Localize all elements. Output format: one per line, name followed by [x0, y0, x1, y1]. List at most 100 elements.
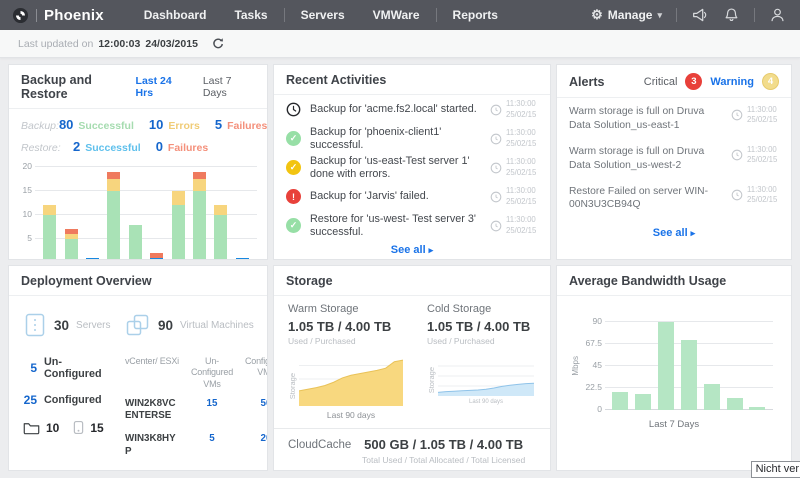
account-button[interactable] — [769, 6, 786, 24]
panel-alerts: Alerts Critical 3 Warning 4 Warm storage… — [556, 64, 792, 260]
backup-failures-count: 5 — [215, 117, 222, 132]
nav-tasks[interactable]: Tasks — [222, 8, 279, 22]
stacked-bar — [214, 205, 227, 260]
see-all-arrow-icon: ▸ — [429, 245, 434, 255]
backup-restore-chart: 05101520 — [9, 163, 267, 260]
activity-row: ✓ Restore for 'us-west- Test server 3' s… — [274, 211, 550, 240]
cloudcache-label: CloudCache — [288, 437, 351, 451]
stacked-bar — [65, 229, 78, 260]
table-cell-name: WIN3K8HYP — [125, 433, 181, 458]
brand[interactable]: Phoenix — [12, 7, 104, 24]
panel-title: Storage — [286, 274, 333, 288]
last-updated-label: Last updated on — [18, 38, 93, 50]
warm-storage-xaxis-label: Last 90 days — [299, 406, 403, 420]
panel-title: Backup and Restore — [21, 73, 136, 101]
table-cell-name: WIN2K8VCENTERSE — [125, 398, 181, 423]
bar — [681, 340, 697, 410]
manage-menu[interactable]: ⚙ Manage ▾ — [591, 7, 662, 23]
servers-count: 30 — [54, 318, 69, 333]
activity-row: ! Backup for 'Jarvis' failed. 11:30:0025… — [274, 182, 550, 211]
configured-count: 25 — [23, 393, 37, 407]
nav-divider — [754, 8, 755, 22]
alert-row: Restore Failed on server WIN-00N3U3CB94Q… — [557, 178, 791, 218]
status-bar: Last updated on 12:00:03 24/03/2015 — [0, 30, 800, 58]
restore-failures-count: 0 — [156, 139, 163, 154]
critical-label: Critical — [644, 76, 678, 88]
top-nav: Phoenix Dashboard Tasks Servers VMWare R… — [0, 0, 800, 30]
cloudcache-row: CloudCache 500 GB / 1.05 TB / 4.00 TB To… — [274, 428, 550, 465]
backup-successful-label: Successful — [78, 120, 133, 132]
timestamp: 11:30:0025/02/15 — [490, 215, 538, 235]
nav-reports[interactable]: Reports — [441, 8, 510, 22]
timestamp-clock-icon — [731, 189, 743, 201]
bandwidth-plot — [605, 322, 773, 410]
nav-divider — [436, 8, 437, 22]
recent-see-all-link[interactable]: See all▸ — [274, 240, 550, 258]
success-check-icon: ✓ — [286, 131, 301, 146]
see-all-arrow-icon: ▸ — [691, 228, 696, 238]
backup-row-label: Backup: — [21, 120, 59, 132]
nav-dashboard[interactable]: Dashboard — [132, 8, 219, 22]
nav-servers[interactable]: Servers — [289, 8, 357, 22]
panel-deployment-overview: Deployment Overview 30 Servers 5 Un-Conf… — [8, 265, 268, 471]
warning-label: Warning — [710, 76, 754, 88]
bell-icon — [723, 6, 740, 24]
warning-count-badge[interactable]: 4 — [762, 73, 779, 90]
nav-divider — [676, 8, 677, 22]
announcements-button[interactable] — [691, 6, 709, 24]
backup-chart-plot — [35, 167, 257, 260]
warm-storage-yaxis-label: Storage — [288, 373, 297, 399]
tab-last-24-hrs[interactable]: Last 24 Hrs — [136, 75, 189, 99]
backup-errors-count: 10 — [149, 117, 163, 132]
timestamp: 11:30:0025/02/15 — [490, 157, 538, 177]
bandwidth-yaxis: 022.54567.590 — [581, 322, 605, 410]
brand-divider — [36, 9, 37, 22]
restore-successful-label: Successful — [85, 142, 140, 154]
warm-storage-block: Warm Storage 1.05 TB / 4.00 TB Used / Pu… — [288, 303, 403, 420]
panel-title: Deployment Overview — [21, 274, 152, 288]
activity-text: Restore for 'us-west- Test server 3' suc… — [310, 213, 481, 238]
tab-last-7-days[interactable]: Last 7 Days — [203, 75, 255, 99]
warning-check-icon: ✓ — [286, 160, 301, 175]
stacked-bar — [86, 258, 99, 260]
activity-row: ✓ Backup for 'phoenix-client1' successfu… — [274, 124, 550, 153]
success-check-icon: ✓ — [286, 218, 301, 233]
timestamp-clock-icon — [731, 109, 743, 121]
activity-text: Backup for 'us-east-Test server 1' done … — [310, 155, 481, 180]
stacked-bar — [172, 191, 185, 260]
bar — [704, 384, 720, 410]
timestamp: 11:30:0025/02/15 — [490, 99, 538, 119]
refresh-icon — [211, 37, 225, 51]
servers-label: Servers — [76, 320, 110, 331]
bandwidth-chart: Mbps 022.54567.590 — [557, 296, 791, 410]
warm-storage-value: 1.05 TB / 4.00 TB — [288, 319, 403, 334]
timestamp-clock-icon — [490, 220, 502, 232]
bandwidth-xaxis-label: Last 7 Days — [557, 419, 791, 430]
configured-label: Configured — [44, 394, 102, 406]
nav-vmware[interactable]: VMWare — [361, 8, 432, 22]
notifications-button[interactable] — [723, 6, 740, 24]
folder-icon — [23, 421, 40, 435]
megaphone-icon — [691, 6, 709, 24]
warm-storage-legend: Used / Purchased — [288, 336, 403, 346]
stacked-bar — [129, 225, 142, 260]
main-nav: Dashboard Tasks Servers VMWare Reports — [132, 8, 510, 22]
panel-title: Average Bandwidth Usage — [569, 274, 726, 288]
activity-row: ✓ Backup for 'us-east-Test server 1' don… — [274, 153, 550, 182]
deployment-body: 30 Servers 5 Un-Configured 25 Configured… — [9, 296, 267, 469]
vm-label: Virtual Machines — [180, 320, 254, 331]
alerts-see-all-link[interactable]: See all▸ — [557, 223, 791, 241]
timestamp-clock-icon — [490, 191, 502, 203]
table-header: Un-Configured VMs — [185, 356, 239, 390]
critical-count-badge[interactable]: 3 — [685, 73, 702, 90]
unconfigured-label: Un-Configured — [44, 356, 119, 380]
error-icon: ! — [286, 189, 301, 204]
panel-title: Alerts — [569, 75, 604, 89]
cut-off-tooltip: Nicht ver — [751, 461, 800, 478]
alert-text: Restore Failed on server WIN-00N3U3CB94Q — [569, 185, 723, 213]
panel-bandwidth: Average Bandwidth Usage Mbps 022.54567.5… — [556, 265, 792, 471]
refresh-button[interactable] — [211, 37, 225, 51]
timestamp-clock-icon — [490, 104, 502, 116]
alert-list: Warm storage is full on Druva Data Solut… — [557, 98, 791, 217]
table-header: Configured VMs — [243, 356, 268, 390]
